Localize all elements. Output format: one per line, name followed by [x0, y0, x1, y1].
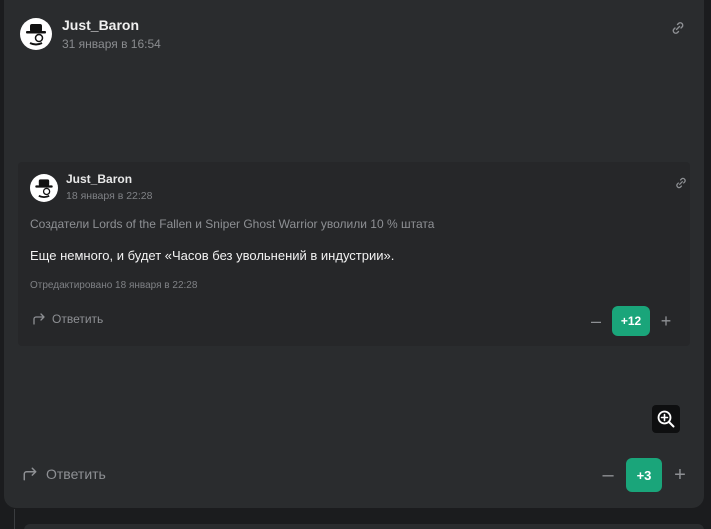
- avatar-hat-monocle-icon: [35, 178, 53, 198]
- thread-line: [14, 509, 15, 529]
- author-name[interactable]: Just_Baron: [62, 17, 161, 34]
- comment-header: Just_Baron 31 января в 16:54: [20, 16, 161, 52]
- next-comment-card-edge: [24, 524, 704, 529]
- quote-edited-note: Отредактировано 18 января в 22:28: [30, 280, 198, 291]
- quote-score-badge[interactable]: +12: [612, 306, 650, 336]
- reply-label: Ответить: [46, 466, 106, 482]
- score-badge[interactable]: +3: [626, 458, 662, 492]
- quote-avatar[interactable]: [30, 173, 58, 202]
- link-icon[interactable]: [670, 20, 686, 36]
- zoom-in-icon: [657, 410, 675, 428]
- upvote-button[interactable]: +: [670, 465, 690, 485]
- quote-author-name[interactable]: Just_Baron: [66, 172, 152, 186]
- quote-upvote-button[interactable]: +: [656, 311, 676, 331]
- quote-vote-controls: – +12 +: [586, 306, 676, 336]
- quote-header: Just_Baron 18 января в 22:28: [30, 172, 152, 203]
- downvote-button[interactable]: –: [598, 465, 618, 485]
- avatar[interactable]: [20, 18, 52, 50]
- zoom-button[interactable]: [652, 405, 680, 433]
- reply-arrow-icon: [33, 313, 45, 325]
- quote-date[interactable]: 18 января в 22:28: [66, 189, 152, 203]
- avatar-hat-monocle-icon: [26, 24, 46, 46]
- quote-link-icon[interactable]: [674, 176, 688, 190]
- quote-reply-label: Ответить: [52, 312, 104, 326]
- quote-text: Еще немного, и будет «Часов без увольнен…: [30, 248, 395, 263]
- comment-card: Just_Baron 31 января в 16:54 Just_Baron …: [4, 0, 704, 508]
- reply-arrow-icon: [23, 467, 37, 481]
- quoted-comment[interactable]: Just_Baron 18 января в 22:28 Создатели L…: [18, 162, 690, 346]
- quote-source-article[interactable]: Создатели Lords of the Fallen и Sniper G…: [30, 217, 434, 231]
- comment-date[interactable]: 31 января в 16:54: [62, 36, 161, 52]
- quote-downvote-button[interactable]: –: [586, 311, 606, 331]
- reply-button[interactable]: Ответить: [22, 466, 106, 482]
- vote-controls: – +3 +: [598, 458, 690, 492]
- quote-reply-button[interactable]: Ответить: [32, 312, 103, 326]
